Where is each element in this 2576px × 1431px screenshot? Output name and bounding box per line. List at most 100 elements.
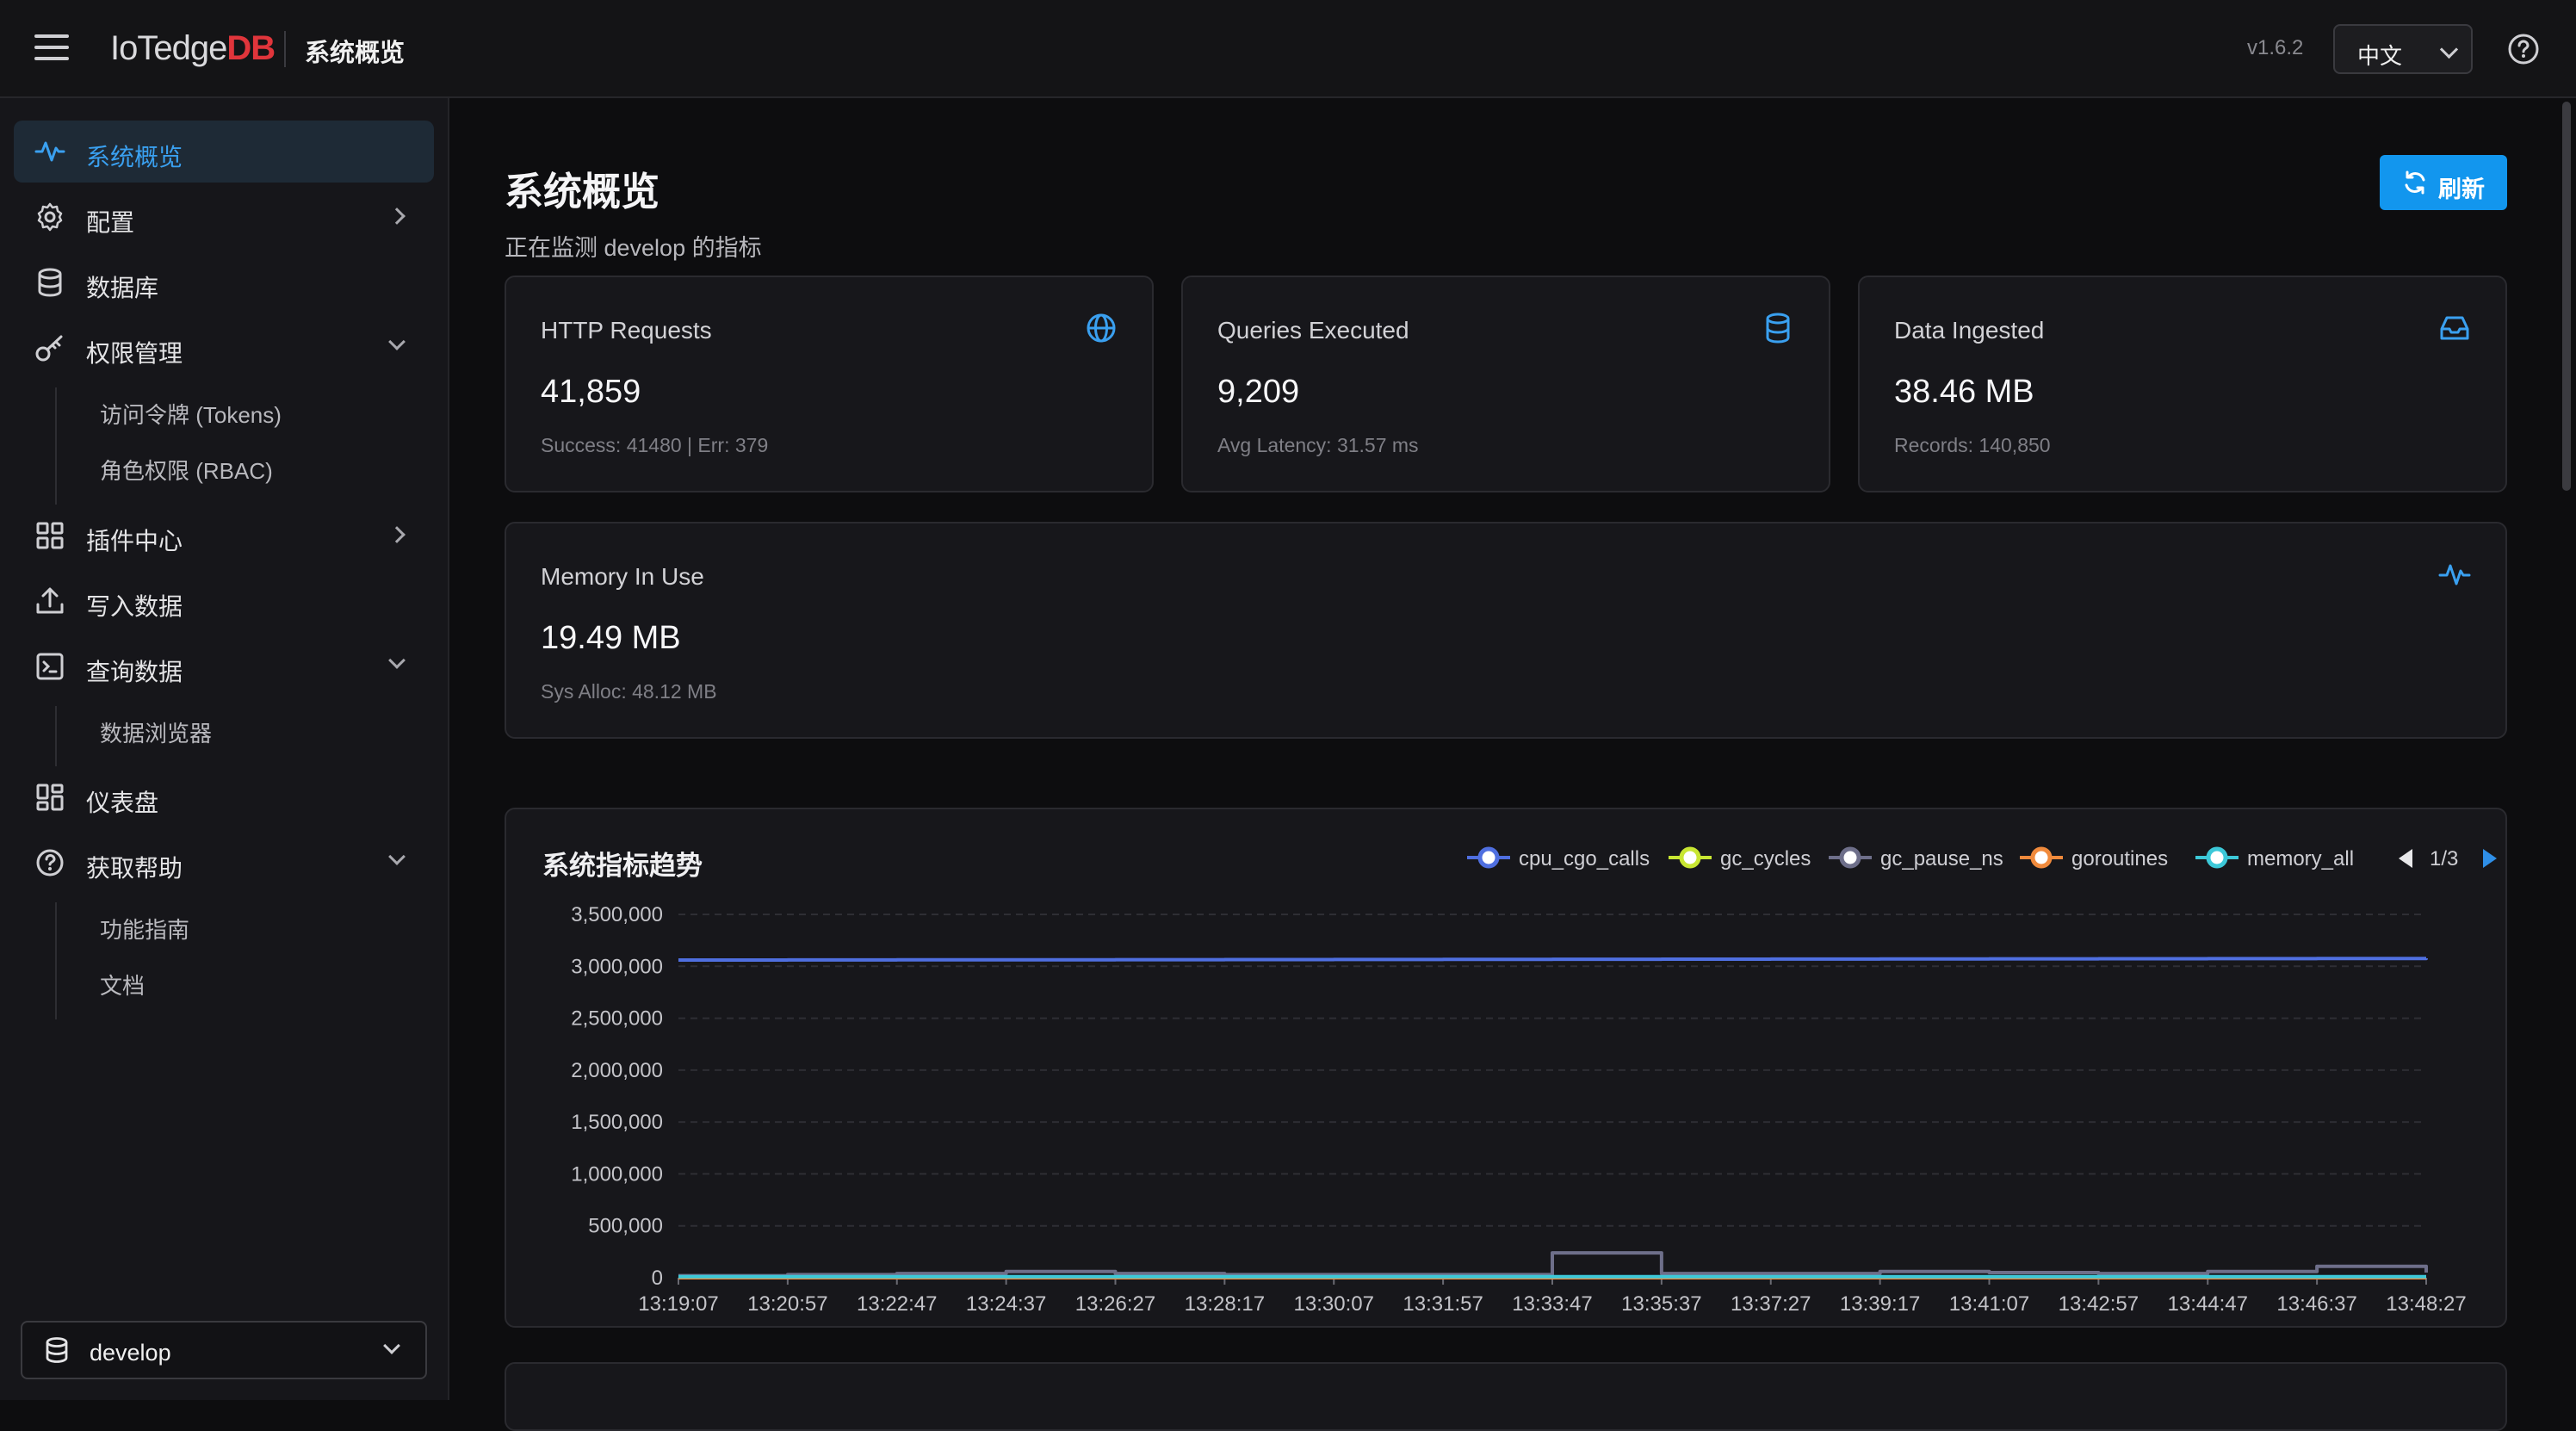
sidebar-subitem-docs[interactable]: 文档 — [100, 969, 145, 1000]
page-subtitle: 正在监测 develop 的指标 — [505, 235, 762, 261]
card-value: 38.46 MB — [1894, 374, 2034, 410]
y-tick-label: 0 — [652, 1267, 663, 1290]
app-logo[interactable]: IoTedgeDB — [110, 29, 276, 68]
x-tick-label: 13:41:07 — [1949, 1292, 2029, 1316]
query-submenu: 数据浏览器 — [55, 706, 212, 766]
stat-card-memory: Memory In Use 19.49 MB Sys Alloc: 48.12 … — [505, 522, 2507, 739]
metrics-trend-chart-card: 系统指标趋势 cpu_cgo_calls gc_cycles gc_pause_… — [505, 808, 2507, 1328]
grid-icon — [36, 522, 64, 549]
card-subtext: Records: 140,850 — [1894, 434, 2051, 456]
stat-card-http-requests: HTTP Requests 41,859 Success: 41480 | Er… — [505, 276, 1154, 492]
refresh-icon — [2405, 170, 2425, 195]
series-line-cpu-cgo-calls — [678, 957, 2428, 963]
y-tick-label: 2,000,000 — [571, 1059, 663, 1082]
sidebar-item-label: 权限管理 — [86, 340, 183, 367]
x-tick-label: 13:37:27 — [1731, 1292, 1811, 1316]
help-circle-icon — [36, 849, 64, 877]
sidebar-subitem-rbac[interactable]: 角色权限 (RBAC) — [100, 454, 273, 486]
x-tick-label: 13:46:37 — [2276, 1292, 2356, 1316]
card-title: HTTP Requests — [541, 317, 712, 344]
y-tick-label: 3,500,000 — [571, 903, 663, 926]
sidebar-subitem-data-browser[interactable]: 数据浏览器 — [100, 716, 212, 748]
sidebar-item-label: 配置 — [86, 209, 135, 236]
upload-icon — [36, 587, 64, 614]
header-page-title: 系统概览 — [305, 40, 406, 67]
x-tick-label: 13:48:27 — [2386, 1292, 2466, 1316]
series-line-gc-pause-ns — [678, 1251, 2428, 1278]
sidebar-item-label: 插件中心 — [86, 528, 183, 554]
database-icon — [1766, 313, 1790, 344]
language-select[interactable]: 中文 — [2333, 24, 2473, 74]
sidebar-item-label: 系统概览 — [86, 144, 183, 170]
x-tick-label: 13:24:37 — [966, 1292, 1046, 1316]
page-scrollbar[interactable] — [2562, 102, 2571, 491]
permissions-submenu: 访问令牌 (Tokens) 角色权限 (RBAC) — [55, 387, 282, 505]
next-section-card — [505, 1362, 2507, 1431]
x-tick-label: 13:44:47 — [2168, 1292, 2248, 1316]
card-subtext: Avg Latency: 31.57 ms — [1217, 434, 1419, 456]
x-tick-label: 13:28:17 — [1185, 1292, 1265, 1316]
database-select[interactable]: develop — [21, 1321, 427, 1379]
globe-icon — [1087, 313, 1116, 343]
help-icon[interactable] — [2507, 33, 2540, 65]
sidebar-subitem-tokens[interactable]: 访问令牌 (Tokens) — [100, 398, 282, 430]
sidebar-item-query-data[interactable]: 查询数据 — [14, 635, 434, 697]
sidebar-item-plugins[interactable]: 插件中心 — [14, 505, 434, 567]
activity-icon — [34, 141, 65, 162]
menu-toggle-icon[interactable] — [34, 34, 69, 64]
sidebar-item-database[interactable]: 数据库 — [14, 251, 434, 313]
help-submenu: 功能指南 文档 — [55, 902, 189, 1019]
stat-card-data-ingested: Data Ingested 38.46 MB Records: 140,850 — [1858, 276, 2507, 492]
sidebar-item-label: 数据库 — [86, 275, 159, 301]
y-tick-label: 500,000 — [588, 1215, 663, 1238]
x-tick-label: 13:20:57 — [747, 1292, 827, 1316]
page-title: 系统概览 — [505, 170, 660, 214]
terminal-icon — [36, 653, 64, 680]
refresh-button[interactable]: 刷新 — [2380, 155, 2507, 210]
database-icon — [46, 1337, 68, 1363]
chevron-down-icon — [388, 652, 406, 669]
x-tick-label: 13:35:37 — [1621, 1292, 1701, 1316]
x-tick-label: 13:42:57 — [2059, 1292, 2139, 1316]
x-tick-label: 13:39:17 — [1840, 1292, 1920, 1316]
sidebar-item-help[interactable]: 获取帮助 — [14, 832, 434, 894]
key-icon — [35, 335, 63, 362]
card-value: 19.49 MB — [541, 620, 681, 656]
chevron-down-icon — [388, 848, 406, 865]
trend-line-chart: 3,500,000 3,000,000 2,500,000 2,000,000 1,50… — [571, 903, 2466, 1316]
database-icon — [38, 268, 62, 297]
card-title: Queries Executed — [1217, 317, 1409, 344]
sidebar-item-overview[interactable]: 系统概览 — [14, 121, 434, 183]
x-tick-label: 13:22:47 — [857, 1292, 937, 1316]
stat-card-queries: Queries Executed 9,209 Avg Latency: 31.5… — [1181, 276, 1830, 492]
sidebar-item-permissions[interactable]: 权限管理 — [14, 317, 434, 379]
x-tick-label: 13:26:27 — [1075, 1292, 1155, 1316]
sidebar-item-label: 查询数据 — [86, 659, 183, 685]
card-title: Data Ingested — [1894, 317, 2045, 344]
x-tick-label: 13:31:57 — [1403, 1292, 1483, 1316]
sidebar-item-write-data[interactable]: 写入数据 — [14, 570, 434, 632]
sidebar-item-label: 仪表盘 — [86, 790, 159, 816]
sidebar: 系统概览 配置 数据库 权限管理 访问令牌 (Tokens) 角色权限 (RBA… — [0, 98, 449, 1400]
inbox-icon — [2440, 316, 2469, 340]
sidebar-item-config[interactable]: 配置 — [14, 186, 434, 248]
sidebar-item-label: 获取帮助 — [86, 855, 183, 882]
x-tick-label: 13:33:47 — [1512, 1292, 1592, 1316]
card-subtext: Success: 41480 | Err: 379 — [541, 434, 769, 456]
chevron-down-icon — [383, 1337, 400, 1354]
card-value: 9,209 — [1217, 374, 1300, 410]
activity-icon — [2438, 564, 2471, 585]
sidebar-subitem-guide[interactable]: 功能指南 — [100, 913, 189, 945]
sidebar-item-dashboard[interactable]: 仪表盘 — [14, 766, 434, 828]
database-select-value: develop — [90, 1340, 171, 1366]
card-subtext: Sys Alloc: 48.12 MB — [541, 680, 717, 703]
card-title: Memory In Use — [541, 563, 704, 590]
chevron-right-icon — [388, 526, 406, 543]
x-tick-label: 13:19:07 — [638, 1292, 718, 1316]
y-tick-label: 2,500,000 — [571, 1007, 663, 1031]
y-tick-label: 1,500,000 — [571, 1111, 663, 1134]
chevron-down-icon — [388, 333, 406, 350]
top-bar: IoTedgeDB 系统概览 v1.6.2 中文 — [0, 0, 2576, 98]
y-tick-label: 3,000,000 — [571, 955, 663, 978]
x-tick-label: 13:30:07 — [1294, 1292, 1374, 1316]
